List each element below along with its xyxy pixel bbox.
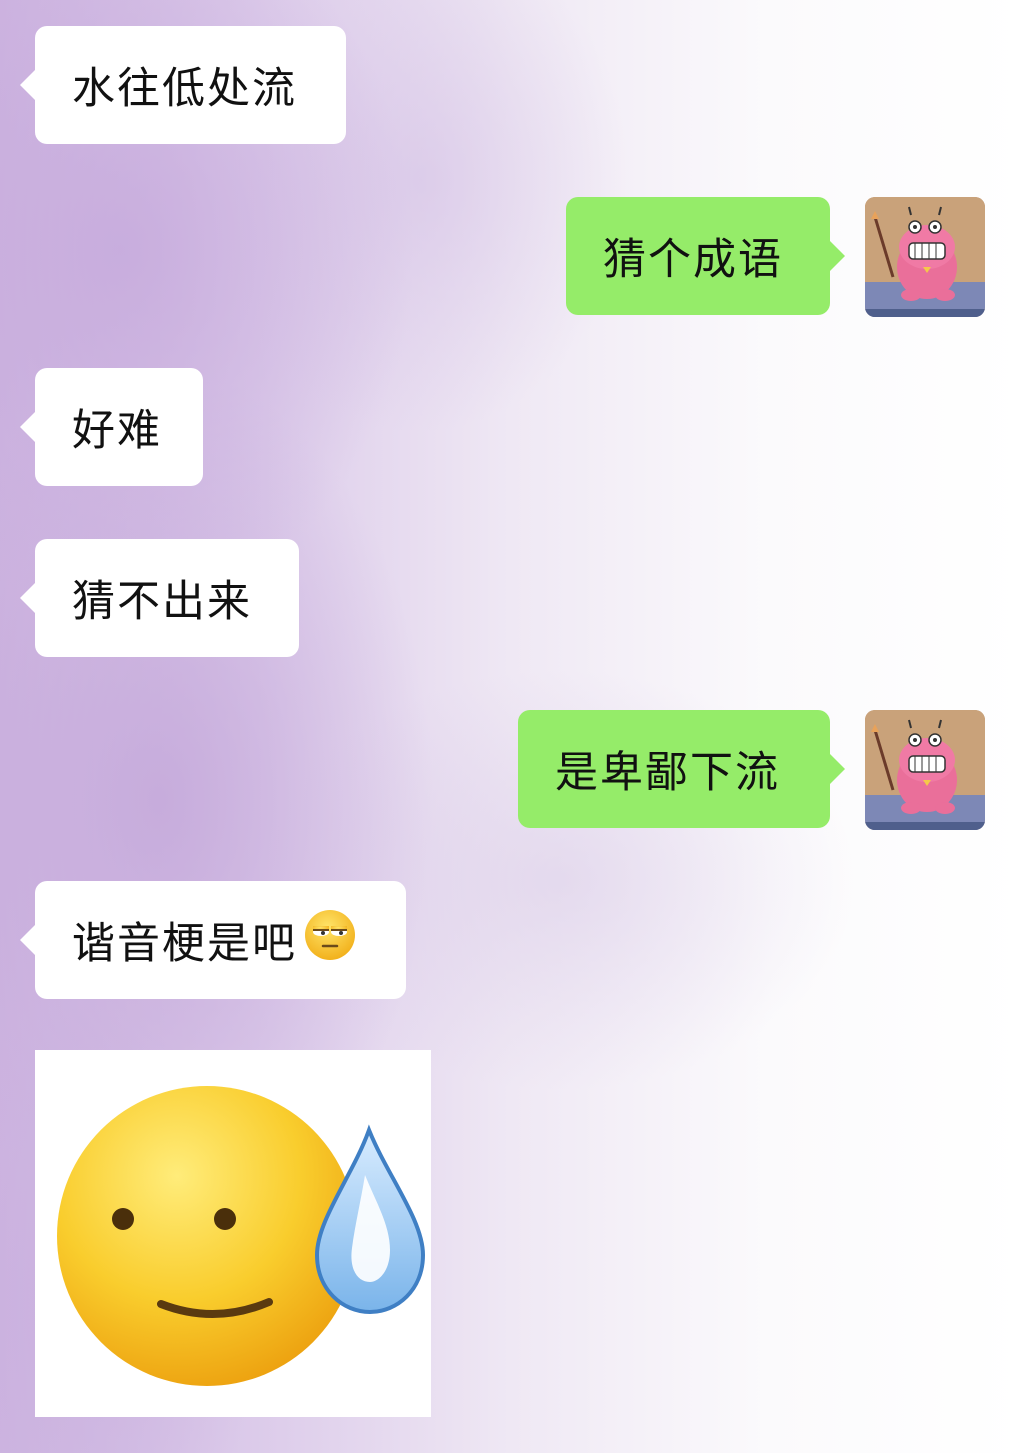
sent-message[interactable]: 是卑鄙下流 (518, 710, 845, 828)
message-text: 是卑鄙下流 (555, 748, 780, 798)
received-message[interactable]: 猜不出来 (20, 539, 299, 657)
received-message[interactable]: 谐音梗是吧 (20, 881, 406, 999)
message-text: 猜不出来 (72, 577, 252, 627)
received-message[interactable]: 水往低处流 (20, 26, 346, 144)
sticker-message[interactable] (35, 1050, 431, 1417)
pink-dinosaur-cartoon-icon (865, 197, 985, 317)
message-text: 好难 (72, 406, 162, 456)
message-text: 水往低处流 (72, 64, 297, 114)
message-text: 谐音梗是吧 (72, 919, 297, 969)
sweat-smile-face-icon (57, 1086, 426, 1386)
user-avatar[interactable] (865, 197, 985, 317)
sent-message[interactable]: 猜个成语 (566, 197, 845, 315)
pink-dinosaur-cartoon-icon (865, 710, 985, 830)
received-message[interactable]: 好难 (20, 368, 203, 486)
message-text: 猜个成语 (603, 235, 783, 285)
unamused-face-icon (303, 908, 357, 973)
user-avatar[interactable] (865, 710, 985, 830)
